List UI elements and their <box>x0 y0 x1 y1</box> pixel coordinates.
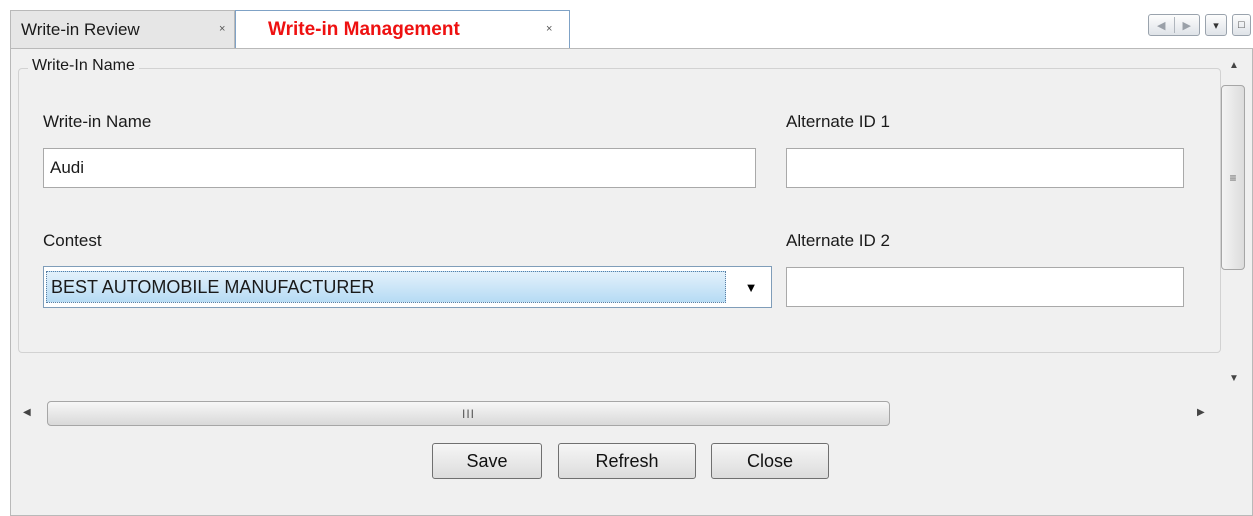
refresh-button[interactable]: Refresh <box>558 443 696 479</box>
scroll-up-icon[interactable]: ▲ <box>1229 60 1239 71</box>
tab-label: Write-in Review <box>21 20 140 39</box>
maximize-button[interactable]: □ <box>1232 14 1251 36</box>
scroll-left-icon[interactable]: ◀ <box>23 407 31 418</box>
tab-navigation-buttons: ◀ ▶ <box>1148 14 1200 36</box>
alternate-id-2-field[interactable] <box>786 267 1184 307</box>
contest-selected-value[interactable]: BEST AUTOMOBILE MANUFACTURER <box>46 271 726 303</box>
chevron-right-icon[interactable]: ▶ <box>1175 19 1200 32</box>
group-legend: Write-In Name <box>28 57 139 75</box>
write-in-name-group <box>18 68 1221 353</box>
grip-icon: III <box>461 406 475 421</box>
alternate-id-2-label: Alternate ID 2 <box>786 231 890 250</box>
tab-label: Write-in Management <box>268 19 460 40</box>
close-icon[interactable]: × <box>219 23 225 35</box>
scroll-down-icon[interactable]: ▼ <box>1229 373 1239 384</box>
alternate-id-1-field[interactable] <box>786 148 1184 188</box>
scroll-right-icon[interactable]: ▶ <box>1197 407 1205 418</box>
contest-label: Contest <box>43 231 102 250</box>
tab-write-in-review[interactable]: Write-in Review × <box>10 10 235 48</box>
vertical-scrollbar-thumb[interactable]: ≡ <box>1221 85 1245 270</box>
horizontal-scrollbar-thumb[interactable]: III <box>47 401 890 426</box>
close-icon[interactable]: × <box>546 23 552 35</box>
alternate-id-1-label: Alternate ID 1 <box>786 112 890 131</box>
write-in-name-label: Write-in Name <box>43 112 152 131</box>
tab-write-in-management[interactable]: Write-in Management × <box>235 10 570 48</box>
close-button[interactable]: Close <box>711 443 829 479</box>
dropdown-arrow-icon[interactable]: ▼ <box>733 271 769 303</box>
view-menu-button[interactable]: ▾ <box>1205 14 1227 36</box>
grip-icon: ≡ <box>1229 170 1237 185</box>
write-in-name-field[interactable]: Audi <box>43 148 756 188</box>
chevron-left-icon[interactable]: ◀ <box>1149 19 1174 32</box>
save-button[interactable]: Save <box>432 443 542 479</box>
